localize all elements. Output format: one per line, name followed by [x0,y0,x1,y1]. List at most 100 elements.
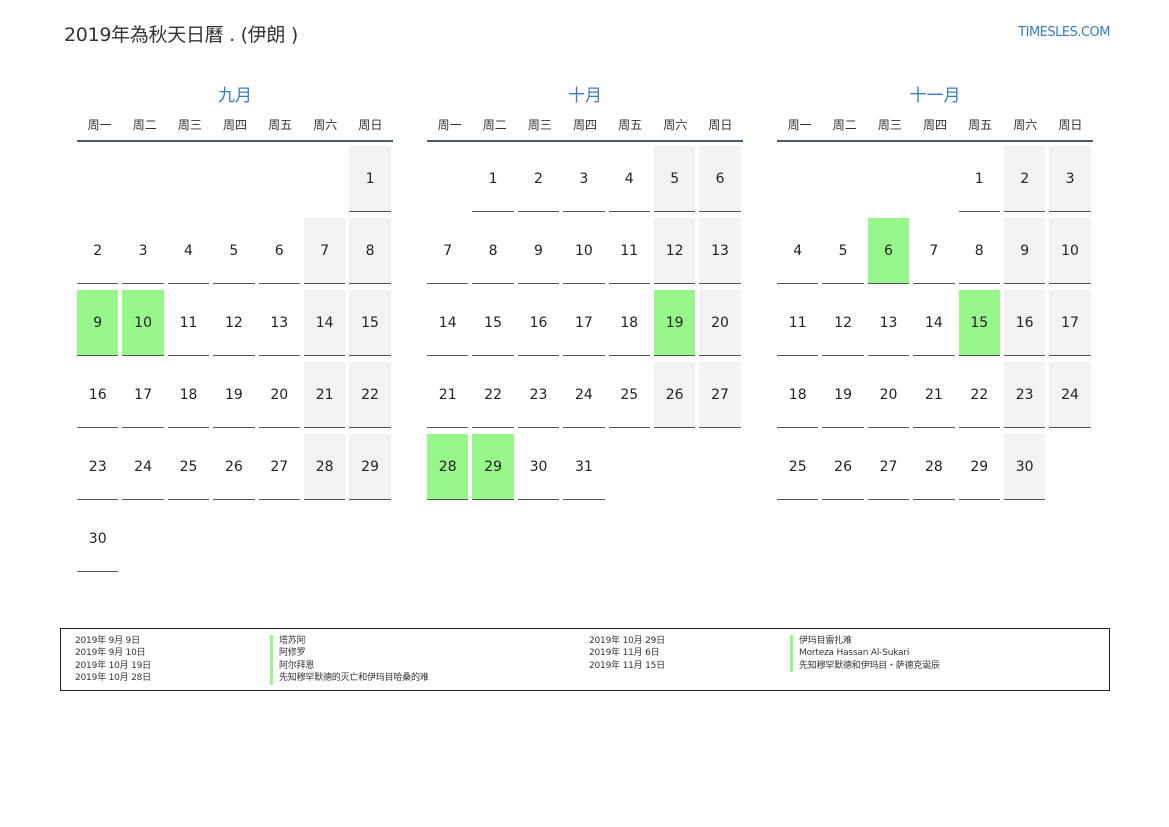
day-cell: 28 [303,434,346,500]
holiday-date: 2019年 10月 19日 [75,660,151,671]
day-cell: 11 [167,290,210,356]
weekday-label: 周五 [268,118,293,132]
day-cell: 19 [822,362,864,428]
day-cell: 24 [122,434,164,500]
weekday-label: 周二 [482,118,507,132]
day-cell: 20 [258,362,300,428]
day-cell: 30 [517,434,560,500]
holiday-legend: 2019年 9月 9日 2019年 9月 10日 2019年 10月 19日 2019… [60,628,1110,691]
weekday-label: 周一 [437,118,462,132]
holiday-name: Morteza Hassan Al-Sukari [790,647,940,660]
day-cell: 7 [427,218,469,284]
day-cell: 1 [349,146,391,212]
holiday-day-cell: 6 [867,218,910,284]
day-cell: 4 [608,146,650,212]
weekday-label: 周二 [132,118,157,132]
month-name: 九月 [218,86,252,106]
month-november: 十一月 周一 周二 周三 周四 周五 周六 周日 1 2 3 4 5 6 7 8 9 10 11 12 13 14 15… [777,84,1093,500]
site-link[interactable]: TIMESLES.COM [1018,25,1110,40]
holiday-day-cell: 15 [958,290,1000,356]
day-cell: 13 [258,290,300,356]
holiday-day-cell: 10 [122,290,164,356]
month-name: 十月 [568,86,602,106]
day-cell: 14 [913,290,955,356]
holiday-day-cell: 19 [653,290,696,356]
holiday-date: 2019年 10月 29日 [589,636,665,646]
day-cell: 14 [303,290,346,356]
day-cell: 22 [958,362,1000,428]
day-cell: 8 [349,218,391,284]
day-cell: 27 [258,434,300,500]
day-cell: 12 [213,290,255,356]
day-cell: 3 [1049,146,1091,212]
day-cell: 9 [517,218,560,284]
weekday-label: 周五 [618,118,643,132]
day-cell: 16 [1003,290,1046,356]
weekday-label: 周日 [358,118,383,132]
weekday-label: 周三 [177,118,202,132]
day-cell: 23 [1003,362,1046,428]
day-cell: 12 [822,290,864,356]
day-cell: 11 [777,290,819,356]
weekday-label: 周六 [1013,118,1038,132]
day-cell: 18 [167,362,210,428]
legend-dates-col-2: 2019年 10月 29日 2019年 11月 6日 2019年 11月 15日 [589,635,665,672]
day-cell: 25 [167,434,210,500]
weekday-label: 周三 [527,118,552,132]
day-cell: 9 [1003,218,1046,284]
day-cell: 27 [699,362,741,428]
day-cell: 16 [77,362,119,428]
day-cell: 25 [608,362,650,428]
weekday-label: 周四 [922,118,947,132]
holiday-date: 2019年 11月 15日 [589,660,665,671]
day-cell: 23 [517,362,560,428]
day-cell: 20 [699,290,741,356]
day-grid: 1 2 3 4 5 6 7 8 9 10 11 12 13 14 15 16 17 18 19 20 21 22 23 24 2… [77,146,393,572]
month-name: 十一月 [909,86,961,106]
day-cell: 22 [349,362,391,428]
day-cell: 18 [777,362,819,428]
day-cell: 15 [472,290,514,356]
day-cell: 5 [653,146,696,212]
weekday-label: 周五 [968,118,993,132]
weekday-label: 周一 [87,118,112,132]
holiday-name: 先知穆罕默德的灭亡和伊玛目哈桑的难 [270,672,429,685]
day-cell: 29 [349,434,391,500]
day-cell: 20 [867,362,910,428]
day-cell: 3 [563,146,605,212]
day-cell: 21 [427,362,469,428]
day-cell: 23 [77,434,119,500]
day-cell: 4 [167,218,210,284]
day-cell: 17 [563,290,605,356]
day-cell: 5 [822,218,864,284]
day-cell: 7 [303,218,346,284]
day-cell: 21 [303,362,346,428]
day-cell: 2 [1003,146,1046,212]
weekday-label: 周日 [708,118,733,132]
day-cell: 27 [867,434,910,500]
weekday-label: 周六 [313,118,338,132]
holiday-date: 2019年 10月 28日 [75,673,151,684]
day-cell: 26 [213,434,255,500]
empty-cell [168,146,209,212]
day-cell: 18 [608,290,650,356]
legend-dates-col-1: 2019年 9月 9日 2019年 9月 10日 2019年 10月 19日 2019… [75,635,151,685]
day-cell: 24 [1049,362,1091,428]
day-cell: 17 [122,362,164,428]
holiday-name: 阿尔拜恩 [270,659,429,673]
empty-cell [77,146,118,212]
empty-cell [868,146,909,212]
day-cell: 10 [563,218,605,284]
weekday-label: 周一 [787,118,812,132]
weekday-header: 周一 周二 周三 周四 周五 周六 周日 [777,116,1093,142]
month-october: 十月 周一 周二 周三 周四 周五 周六 周日 1 2 3 4 5 6 7 8 9 10 11 12 13 14 15 1… [427,84,743,500]
weekday-label: 周三 [877,118,902,132]
weekday-label: 周四 [222,118,247,132]
holiday-name: 塔苏阿 [270,635,429,648]
weekday-label: 周二 [832,118,857,132]
day-cell: 28 [913,434,955,500]
weekday-header: 周一 周二 周三 周四 周五 周六 周日 [77,116,393,142]
day-cell: 7 [913,218,955,284]
day-cell: 17 [1049,290,1091,356]
day-cell: 25 [777,434,819,500]
